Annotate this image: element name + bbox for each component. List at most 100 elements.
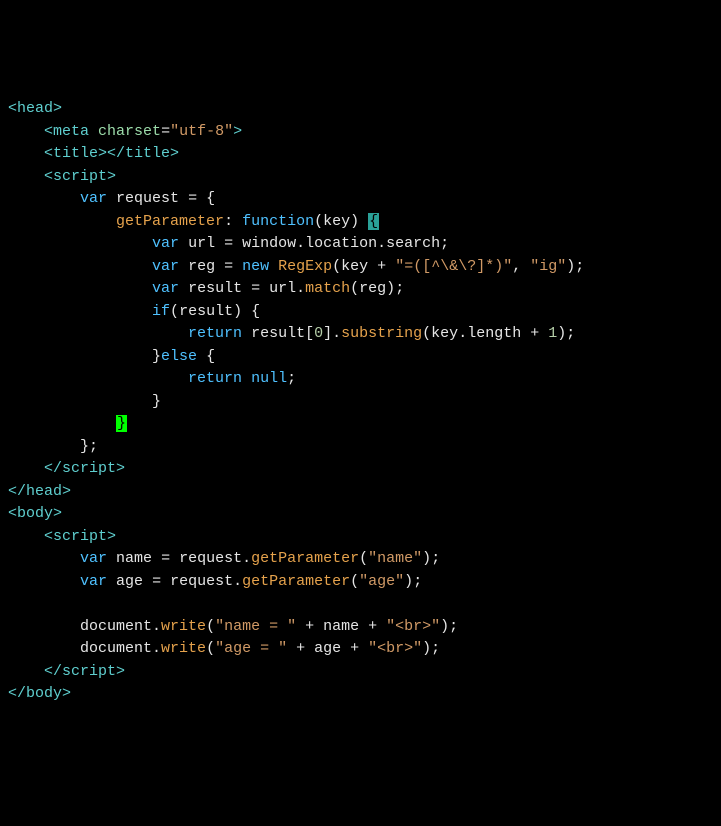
ident: document [80,618,152,635]
ident: window [242,235,296,252]
ident: result [251,325,305,342]
method: getParameter [242,573,350,590]
punct: ( [170,303,179,320]
string: "age = " [215,640,287,657]
string: "ig" [530,258,566,275]
method: getParameter [251,550,359,567]
punct: ; [431,550,440,567]
ident: reg [359,280,386,297]
code-line [8,593,713,616]
punct: = [242,280,269,297]
number: 1 [548,325,557,342]
code-line: </script> [8,661,713,684]
code-line: getParameter: function(key) { [8,211,713,234]
punct: { [251,303,260,320]
punct: = [143,573,170,590]
punct: . [296,235,305,252]
string: "age" [359,573,404,590]
code-line: }; [8,436,713,459]
code-line: var request = { [8,188,713,211]
punct: ; [440,235,449,252]
punct: + [296,618,323,635]
ident: name [116,550,152,567]
string: "name" [368,550,422,567]
code-line: <script> [8,526,713,549]
punct: ) [386,280,395,297]
punct: ) [422,550,431,567]
ident: key [341,258,368,275]
punct: + [521,325,548,342]
tag: <meta [44,123,89,140]
ident: result [188,280,242,297]
punct: ; [395,280,404,297]
punct: { [197,348,215,365]
code-line: document.write("name = " + name + "<br>"… [8,616,713,639]
code-line: var url = window.location.search; [8,233,713,256]
string: "name = " [215,618,296,635]
tag: <script> [44,528,116,545]
code-line: }else { [8,346,713,369]
punct: + [341,640,368,657]
highlight-brace-close: } [116,415,127,432]
punct: = [215,235,242,252]
ident: location [305,235,377,252]
tag: </title> [107,145,179,162]
code-editor[interactable]: <head> <meta charset="utf-8"> <title></t… [8,98,713,706]
punct: ) [422,640,431,657]
keyword: return [188,370,242,387]
code-line: <head> [8,98,713,121]
code-line: <title></title> [8,143,713,166]
keyword: else [161,348,197,365]
punct: . [242,550,251,567]
punct: ( [350,573,359,590]
punct: ; [431,640,440,657]
punct: = [179,190,206,207]
ident: request [170,573,233,590]
property: length [467,325,521,342]
tag: <head> [8,100,62,117]
punct: ( [350,280,359,297]
method: write [161,640,206,657]
punct: , [512,258,530,275]
attr-name: charset [98,123,161,140]
property: getParameter [116,213,224,230]
punct: : [224,213,242,230]
punct: ; [449,618,458,635]
code-line: if(result) { [8,301,713,324]
punct: = [152,550,179,567]
punct: . [377,235,386,252]
punct: = [161,123,170,140]
keyword: var [152,258,179,275]
ident: request [179,550,242,567]
code-line: <body> [8,503,713,526]
punct: . [152,618,161,635]
punct: = [215,258,242,275]
keyword: function [242,213,314,230]
code-line: </script> [8,458,713,481]
punct: ( [422,325,431,342]
punct: [ [305,325,314,342]
punct: + [359,618,386,635]
code-line: return null; [8,368,713,391]
tag: </scr [44,663,89,680]
keyword: null [251,370,287,387]
punct: . [233,573,242,590]
code-line: var age = request.getParameter("age"); [8,571,713,594]
ident: search [386,235,440,252]
keyword: var [152,235,179,252]
punct: ( [359,550,368,567]
code-line: var result = url.match(reg); [8,278,713,301]
punct: ; [575,258,584,275]
code-line: return result[0].substring(key.length + … [8,323,713,346]
highlight-brace-open: { [368,213,379,230]
string: "=([^\&\?]*)" [395,258,512,275]
code-line: document.write("age = " + age + "<br>"); [8,638,713,661]
method: write [161,618,206,635]
punct: . [152,640,161,657]
tag: </body> [8,685,71,702]
method: substring [341,325,422,342]
tag: ipt> [89,663,125,680]
punct: ; [566,325,575,342]
punct: ( [206,618,215,635]
code-line: <script> [8,166,713,189]
